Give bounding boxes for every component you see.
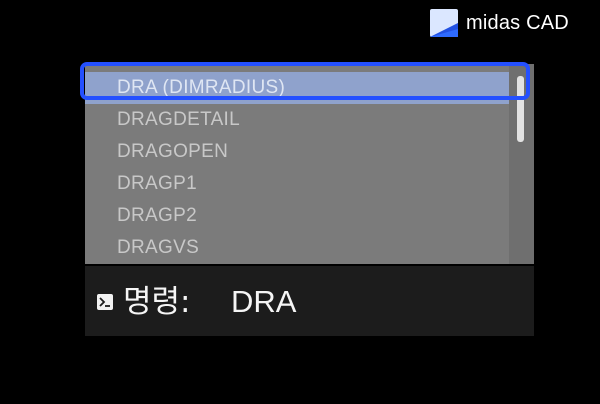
scrollbar[interactable] xyxy=(509,64,534,264)
autocomplete-items: DRA (DIMRADIUS) DRAGDETAIL DRAGOPEN DRAG… xyxy=(85,72,509,264)
list-item[interactable]: DRAGDETAIL xyxy=(85,104,509,136)
list-item[interactable]: DRAGP1 xyxy=(85,168,509,200)
command-label: 명령: xyxy=(123,284,191,320)
list-item[interactable]: DRAGVS xyxy=(85,232,509,264)
command-line[interactable]: 명령: DRA xyxy=(85,266,534,336)
brand-name: midas CAD xyxy=(466,11,569,34)
list-item[interactable]: DRA (DIMRADIUS) xyxy=(85,72,509,104)
scrollbar-thumb[interactable] xyxy=(517,76,524,142)
list-item[interactable]: DRAGP2 xyxy=(85,200,509,232)
command-input[interactable]: DRA xyxy=(231,284,296,320)
terminal-prompt-icon xyxy=(97,294,113,310)
list-item[interactable]: DRAGOPEN xyxy=(85,136,509,168)
brand-logo: midas CAD xyxy=(430,9,569,37)
midas-logo-icon xyxy=(430,9,458,37)
autocomplete-list: DRA (DIMRADIUS) DRAGDETAIL DRAGOPEN DRAG… xyxy=(85,64,534,264)
